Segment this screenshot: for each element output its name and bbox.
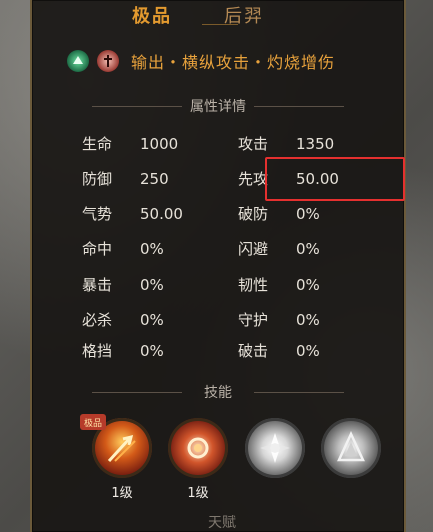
attribute-label: 闪避 <box>238 240 269 258</box>
tab-quality[interactable]: 极品 <box>132 2 172 28</box>
attribute-crit: 暴击 0% <box>82 274 164 295</box>
red-emblem-icon <box>97 50 119 72</box>
attribute-row: 生命 1000 攻击 1350 <box>32 133 404 157</box>
attribute-break-strike: 破击 0% <box>238 340 320 361</box>
attribute-label: 守护 <box>238 311 269 329</box>
attribute-label: 生命 <box>82 135 113 153</box>
silver-crest-skill-icon[interactable] <box>321 418 381 478</box>
attribute-value: 0% <box>296 275 320 294</box>
skill-level: 1级 <box>111 486 133 501</box>
attribute-attack: 攻击 1350 <box>238 133 334 154</box>
quality-badge: 极品 <box>80 414 106 430</box>
attribute-label: 破击 <box>238 342 269 360</box>
attributes-section-title: 属性详情 <box>32 96 404 116</box>
attribute-value: 0% <box>296 204 320 223</box>
attribute-label: 破防 <box>238 205 269 223</box>
attribute-value: 0% <box>296 341 320 360</box>
attribute-value: 0% <box>140 275 164 294</box>
attribute-label: 防御 <box>82 170 113 188</box>
bottom-section-partial: 天赋 <box>32 512 404 532</box>
attribute-toughness: 韧性 0% <box>238 274 320 295</box>
attribute-guard: 守护 0% <box>238 309 320 330</box>
hero-tags-row: 输出・横纵攻击・灼烧增伤 <box>67 48 335 74</box>
attribute-value: 0% <box>140 239 164 258</box>
bottom-section-title: 天赋 <box>208 515 236 531</box>
attribute-hp: 生命 1000 <box>82 133 178 154</box>
flame-burst-skill-icon[interactable] <box>168 418 228 478</box>
skills-row: 极品 1级 1级 <box>32 414 404 508</box>
attribute-armor-break: 破防 0% <box>238 203 320 224</box>
attribute-row: 命中 0% 闪避 0% <box>32 238 404 262</box>
attribute-label: 暴击 <box>82 276 113 294</box>
tab-bar: 极品 后羿 <box>32 2 404 27</box>
attribute-value: 1000 <box>140 134 179 153</box>
attribute-value: 0% <box>296 239 320 258</box>
attribute-defense: 防御 250 <box>82 168 169 189</box>
attribute-label: 格挡 <box>82 342 113 360</box>
attribute-value: 1350 <box>296 134 335 153</box>
attribute-label: 气势 <box>82 205 113 223</box>
attribute-value: 50.00 <box>140 204 183 223</box>
hero-role-tags: 输出・横纵攻击・灼烧增伤 <box>131 53 336 72</box>
skills-section-title: 技能 <box>32 382 404 402</box>
attribute-value: 0% <box>296 310 320 329</box>
attribute-label: 命中 <box>82 240 113 258</box>
attribute-hit: 命中 0% <box>82 238 164 259</box>
white-crest-skill-icon[interactable] <box>245 418 305 478</box>
attribute-block: 格挡 0% <box>82 340 164 361</box>
initiative-highlight-box <box>265 157 405 201</box>
attribute-label: 攻击 <box>238 135 269 153</box>
attribute-value: 0% <box>140 341 164 360</box>
hero-detail-panel: 极品 后羿 输出・横纵攻击・灼烧增伤 属性详情 生命 1000 攻击 1350 … <box>30 0 406 532</box>
attribute-dodge: 闪避 0% <box>238 238 320 259</box>
attribute-value: 0% <box>140 310 164 329</box>
attribute-momentum: 气势 50.00 <box>82 203 183 224</box>
tab-divider <box>202 24 238 25</box>
attribute-lethal: 必杀 0% <box>82 309 164 330</box>
attribute-row: 暴击 0% 韧性 0% <box>32 274 404 298</box>
attribute-row: 气势 50.00 破防 0% <box>32 203 404 227</box>
attribute-row: 格挡 0% 破击 0% <box>32 340 404 364</box>
attribute-label: 韧性 <box>238 276 269 294</box>
attribute-value: 250 <box>140 169 169 188</box>
attribute-label: 必杀 <box>82 311 113 329</box>
attribute-row: 必杀 0% 守护 0% <box>32 309 404 333</box>
skill-level: 1级 <box>187 486 209 501</box>
green-emblem-icon <box>67 50 89 72</box>
